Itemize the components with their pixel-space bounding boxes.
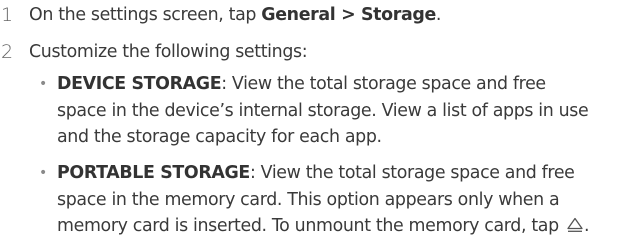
device-storage-term: DEVICE STORAGE (57, 74, 222, 94)
bullet-2-line-3: memory card is inserted. To unmount the … (57, 213, 590, 240)
portable-storage-desc-3: memory card is inserted. To unmount the … (57, 216, 559, 236)
portable-storage-term: PORTABLE STORAGE (57, 163, 250, 183)
bullet-1-line-2: space in the device’s internal storage. … (57, 100, 589, 121)
step-1-text-after: . (435, 5, 442, 25)
bullet-2-line-1: PORTABLE STORAGE: View the total storage… (57, 160, 575, 187)
portable-storage-desc-end: . (583, 216, 590, 236)
bullet-1-line-1: DEVICE STORAGE: View the total storage s… (57, 71, 546, 98)
step-2-text: Customize the following settings: (29, 42, 308, 62)
step-1-text-before: On the settings screen, tap (29, 5, 262, 25)
step-1-number: 1 (1, 4, 13, 26)
step-1-text: On the settings screen, tap General > St… (29, 2, 441, 28)
bullet-dot: • (39, 165, 47, 181)
bullet-1-line-3: and the storage capacity for each app. (57, 127, 382, 147)
bullet-dot: • (39, 76, 47, 92)
bullet-2-line-2: space in the memory card. This option ap… (57, 189, 560, 210)
eject-triangle-icon (566, 215, 584, 232)
step-2-number: 2 (1, 41, 13, 63)
portable-storage-desc-1: : View the total storage space and free (249, 163, 575, 183)
device-storage-desc-1: : View the total storage space and free (221, 74, 546, 94)
step-1-menu-path: General > Storage (261, 5, 436, 25)
